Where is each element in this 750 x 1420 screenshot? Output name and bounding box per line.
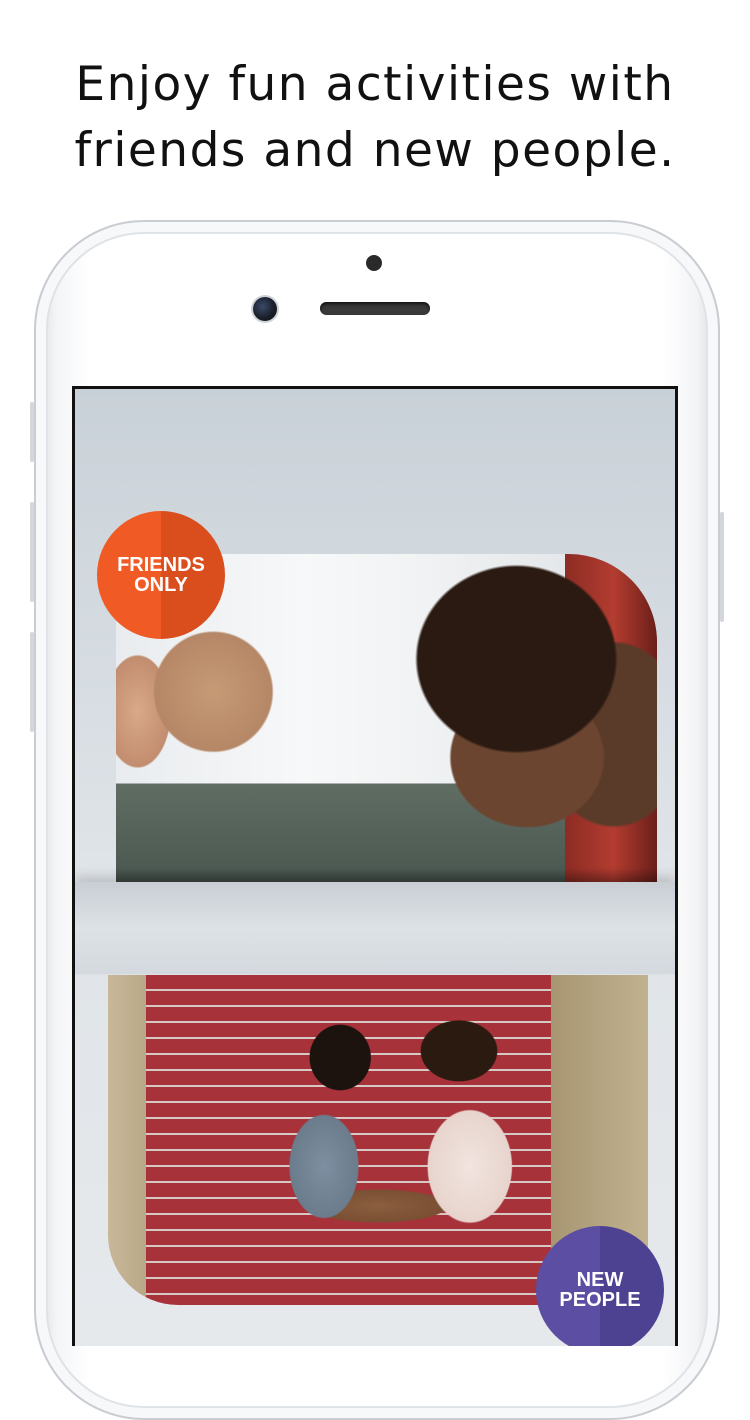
friends-only-badge-line2: ONLY (134, 574, 188, 596)
side-button-right (720, 512, 724, 622)
earpiece-speaker-icon (320, 302, 430, 315)
headline: Enjoy fun activities with friends and ne… (0, 52, 750, 184)
headline-line-2: friends and new people. (74, 123, 676, 178)
phone-screen: FRIENDS ONLY NEW PEOPLE (72, 386, 678, 1346)
side-button-left-mid (30, 502, 34, 602)
new-people-badge-line1: NEW (576, 1269, 624, 1291)
new-people-badge-line2: PEOPLE (559, 1289, 641, 1311)
front-camera-icon (253, 297, 277, 321)
headline-line-1: Enjoy fun activities with (75, 57, 675, 112)
proximity-sensor-icon (366, 255, 382, 271)
friends-only-badge-line1: FRIENDS (117, 554, 205, 576)
new-people-badge[interactable]: NEW PEOPLE (536, 1226, 664, 1346)
side-button-left-top (30, 402, 34, 462)
friends-only-badge[interactable]: FRIENDS ONLY (97, 511, 225, 639)
card-divider (75, 882, 675, 974)
screen-content: FRIENDS ONLY NEW PEOPLE (75, 389, 675, 1346)
side-button-left-low (30, 632, 34, 732)
